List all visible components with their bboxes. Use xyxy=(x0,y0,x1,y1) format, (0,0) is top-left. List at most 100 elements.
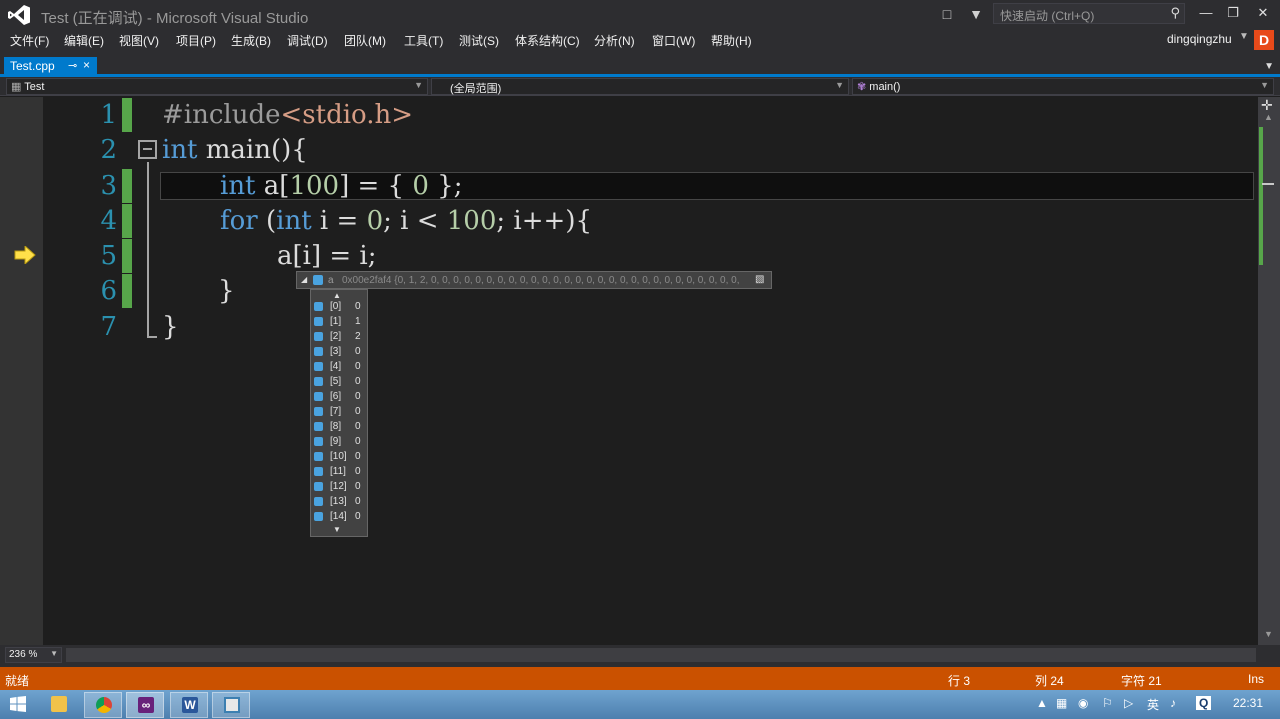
collapse-triangle-icon[interactable]: ◢ xyxy=(301,275,307,284)
array-value[interactable]: 1 xyxy=(355,316,361,327)
user-name[interactable]: dingqingzhu xyxy=(1167,32,1232,46)
glyph-margin[interactable] xyxy=(0,97,43,645)
datatip-array-item[interactable]: [11] 0 xyxy=(311,464,367,479)
menu-build[interactable]: 生成(B) xyxy=(231,32,271,49)
taskbar-visual-studio[interactable]: ∞ xyxy=(126,692,164,718)
tab-list-dropdown-icon[interactable]: ▼ xyxy=(1264,61,1274,72)
scroll-up-icon[interactable]: ▲ xyxy=(1264,112,1273,122)
keyboard-icon[interactable]: ▦ xyxy=(1056,696,1067,710)
array-index: [13] xyxy=(330,496,347,507)
restore-button[interactable]: ❐ xyxy=(1222,4,1244,22)
array-value[interactable]: 0 xyxy=(355,361,361,372)
datatip-array-item[interactable]: [6] 0 xyxy=(311,389,367,404)
datatip-array-item[interactable]: [5] 0 xyxy=(311,374,367,389)
search-app-icon[interactable]: Q xyxy=(1196,696,1212,710)
volume-icon[interactable]: ♪ xyxy=(1170,696,1176,710)
menu-view[interactable]: 视图(V) xyxy=(119,32,159,49)
zoom-level: 236 % xyxy=(9,649,38,660)
array-value[interactable]: 0 xyxy=(355,496,361,507)
menu-team[interactable]: 团队(M) xyxy=(344,32,386,49)
datatip-header[interactable]: ◢ a 0x00e2faf4 {0, 1, 2, 0, 0, 0, 0, 0, … xyxy=(296,271,772,289)
datatip-array-item[interactable]: [1] 1 xyxy=(311,314,367,329)
datatip-array-item[interactable]: [4] 0 xyxy=(311,359,367,374)
close-tab-icon[interactable]: × xyxy=(83,58,90,72)
menu-architecture[interactable]: 体系结构(C) xyxy=(515,32,580,49)
datatip-array-item[interactable]: [2] 2 xyxy=(311,329,367,344)
menu-debug[interactable]: 调试(D) xyxy=(287,32,328,49)
array-value[interactable]: 0 xyxy=(355,466,361,477)
horizontal-scrollbar[interactable] xyxy=(66,648,1256,662)
datatip-array-item[interactable]: [3] 0 xyxy=(311,344,367,359)
quick-launch-input[interactable]: 快速启动 (Ctrl+Q) ⚲ xyxy=(993,3,1185,24)
windows-start-icon[interactable] xyxy=(10,696,26,712)
project-dropdown[interactable]: ▦ Test ▼ xyxy=(6,78,428,95)
window-app-icon xyxy=(224,697,240,713)
datatip-variable-name: a xyxy=(328,275,334,286)
scroll-down-icon[interactable]: ▼ xyxy=(333,525,341,534)
pin-icon[interactable]: ▧ xyxy=(755,274,764,285)
member-dropdown[interactable]: ✾ main() ▼ xyxy=(852,78,1274,95)
close-button[interactable]: ✕ xyxy=(1252,4,1274,22)
variable-icon xyxy=(314,452,323,461)
datatip-array-item[interactable]: [14] 0 xyxy=(311,509,367,524)
array-value[interactable]: 0 xyxy=(355,346,361,357)
variable-icon xyxy=(314,302,323,311)
array-index: [12] xyxy=(330,481,347,492)
taskbar-app[interactable] xyxy=(212,692,250,718)
array-value[interactable]: 0 xyxy=(355,511,361,522)
menu-analyze[interactable]: 分析(N) xyxy=(594,32,635,49)
array-value[interactable]: 0 xyxy=(355,421,361,432)
minimize-button[interactable]: — xyxy=(1195,4,1217,22)
array-value[interactable]: 0 xyxy=(355,301,361,312)
ime-indicator[interactable]: 英 xyxy=(1147,696,1159,713)
datatip-array-item[interactable]: [9] 0 xyxy=(311,434,367,449)
change-marker xyxy=(122,169,132,203)
tray-overflow-icon[interactable]: ▲ xyxy=(1036,696,1048,710)
datatip-array-item[interactable]: [12] 0 xyxy=(311,479,367,494)
menu-file[interactable]: 文件(F) xyxy=(10,32,49,49)
network-icon[interactable]: ▷ xyxy=(1124,696,1133,710)
scope-dropdown[interactable]: (全局范围) ▼ xyxy=(431,78,849,95)
array-value[interactable]: 0 xyxy=(355,391,361,402)
code-editor[interactable]: 1 2 3 4 5 6 7 #include<stdio.h> int main… xyxy=(0,97,1258,645)
datatip-expanded-list[interactable]: ▲ ▼ [0] 0 [1] 1 [2] 2 [3] 0 [4] 0 [5] 0 [6] 0 [7] 0 [8] 0… xyxy=(310,289,368,537)
chevron-down-icon[interactable]: ▼ xyxy=(1239,31,1249,42)
array-value[interactable]: 0 xyxy=(355,376,361,387)
array-value[interactable]: 0 xyxy=(355,451,361,462)
user-avatar[interactable]: D xyxy=(1254,30,1274,50)
menu-window[interactable]: 窗口(W) xyxy=(652,32,695,49)
array-value[interactable]: 0 xyxy=(355,481,361,492)
action-center-icon[interactable]: ⚐ xyxy=(1102,696,1113,710)
datatip-array-item[interactable]: [7] 0 xyxy=(311,404,367,419)
array-index: [1] xyxy=(330,316,342,327)
taskbar-word[interactable]: W xyxy=(170,692,208,718)
menu-test[interactable]: 测试(S) xyxy=(459,32,499,49)
datatip-array-item[interactable]: [10] 0 xyxy=(311,449,367,464)
zoom-level-dropdown[interactable]: 236 % ▼ xyxy=(5,647,62,663)
datatip-array-item[interactable]: [13] 0 xyxy=(311,494,367,509)
menu-tools[interactable]: 工具(T) xyxy=(404,32,443,49)
menu-project[interactable]: 项目(P) xyxy=(176,32,216,49)
taskbar-explorer[interactable] xyxy=(40,692,78,718)
datatip-array-item[interactable]: [0] 0 xyxy=(311,299,367,314)
taskbar-chrome[interactable] xyxy=(84,692,122,718)
array-value[interactable]: 0 xyxy=(355,436,361,447)
pin-icon[interactable]: ⊸ xyxy=(68,59,77,72)
array-value[interactable]: 2 xyxy=(355,331,361,342)
filter-icon[interactable]: ▼ xyxy=(967,5,985,23)
datatip-array-item[interactable]: [8] 0 xyxy=(311,419,367,434)
menu-help[interactable]: 帮助(H) xyxy=(711,32,752,49)
collapse-outline-icon[interactable] xyxy=(138,140,157,159)
menu-edit[interactable]: 编辑(E) xyxy=(64,32,104,49)
array-value[interactable]: 0 xyxy=(355,406,361,417)
scroll-down-icon[interactable]: ▼ xyxy=(1264,629,1273,639)
clock[interactable]: 22:31 xyxy=(1233,696,1263,710)
datatip-variable-value[interactable]: 0x00e2faf4 {0, 1, 2, 0, 0, 0, 0, 0, 0, 0… xyxy=(342,275,742,286)
code-line-4: for (int i = 0; i < 100; i++){ xyxy=(220,206,593,236)
tray-app-icon[interactable]: ◉ xyxy=(1078,696,1088,710)
variable-icon xyxy=(314,497,323,506)
feedback-icon[interactable]: □ xyxy=(938,5,956,23)
outline-guide-end xyxy=(147,336,157,338)
code-line-6: } xyxy=(218,276,235,306)
visual-studio-icon: ∞ xyxy=(138,697,154,713)
